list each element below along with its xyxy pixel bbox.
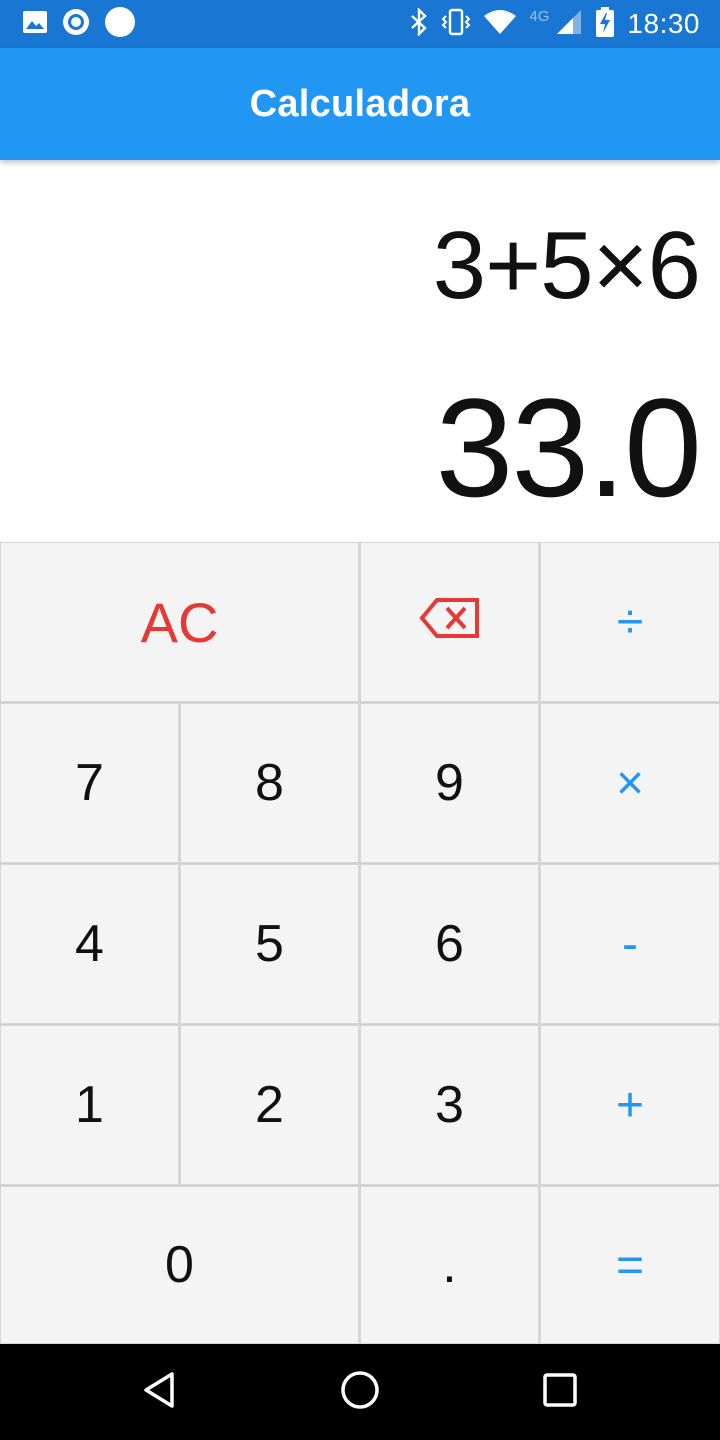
home-button[interactable]	[336, 1368, 384, 1416]
backspace-button[interactable]	[360, 542, 539, 702]
battery-charging-icon	[595, 6, 615, 42]
system-icons: 4G 18:30	[409, 6, 700, 42]
app-title: Calculadora	[249, 82, 471, 125]
wifi-icon	[483, 9, 517, 40]
equals-button[interactable]: =	[540, 1186, 720, 1344]
digit-3-button[interactable]: 3	[360, 1025, 539, 1185]
digit-4-button[interactable]: 4	[0, 864, 179, 1024]
digit-6-button[interactable]: 6	[360, 864, 539, 1024]
network-type-label: 4G	[529, 7, 550, 25]
expression-text: 3+5×6	[432, 212, 701, 319]
notification-icons	[22, 6, 136, 41]
record-icon	[62, 8, 90, 41]
digit-0-button[interactable]: 0	[0, 1186, 359, 1344]
keypad: AC ÷ 7 8 9 × 4 5 6 - 1 2 3 + 0 . =	[0, 542, 720, 1344]
navigation-bar	[0, 1344, 720, 1440]
vibrate-icon	[441, 8, 471, 41]
digit-2-button[interactable]: 2	[180, 1025, 359, 1185]
home-icon	[339, 1369, 381, 1416]
digit-9-button[interactable]: 9	[360, 703, 539, 863]
app-bar: Calculadora	[0, 48, 720, 160]
recents-icon	[540, 1370, 580, 1415]
recents-button[interactable]	[536, 1368, 584, 1416]
signal-icon	[555, 8, 583, 41]
digit-1-button[interactable]: 1	[0, 1025, 179, 1185]
clear-button[interactable]: AC	[0, 542, 359, 702]
back-button[interactable]	[136, 1368, 184, 1416]
decimal-button[interactable]: .	[360, 1186, 539, 1344]
bluetooth-icon	[409, 6, 429, 41]
digit-7-button[interactable]: 7	[0, 703, 179, 863]
result-text: 33.0	[435, 369, 702, 526]
digit-5-button[interactable]: 5	[180, 864, 359, 1024]
backspace-icon	[418, 592, 481, 652]
minus-button[interactable]: -	[540, 864, 720, 1024]
multiply-button[interactable]: ×	[540, 703, 720, 863]
plus-button[interactable]: +	[540, 1025, 720, 1185]
digit-8-button[interactable]: 8	[180, 703, 359, 863]
status-bar: 4G 18:30	[0, 0, 720, 48]
status-time: 18:30	[627, 8, 700, 39]
image-icon	[22, 10, 48, 39]
divide-button[interactable]: ÷	[540, 542, 720, 702]
back-icon	[140, 1370, 180, 1415]
circle-icon	[104, 6, 136, 43]
calculator-display: 3+5×6 33.0	[0, 160, 720, 542]
